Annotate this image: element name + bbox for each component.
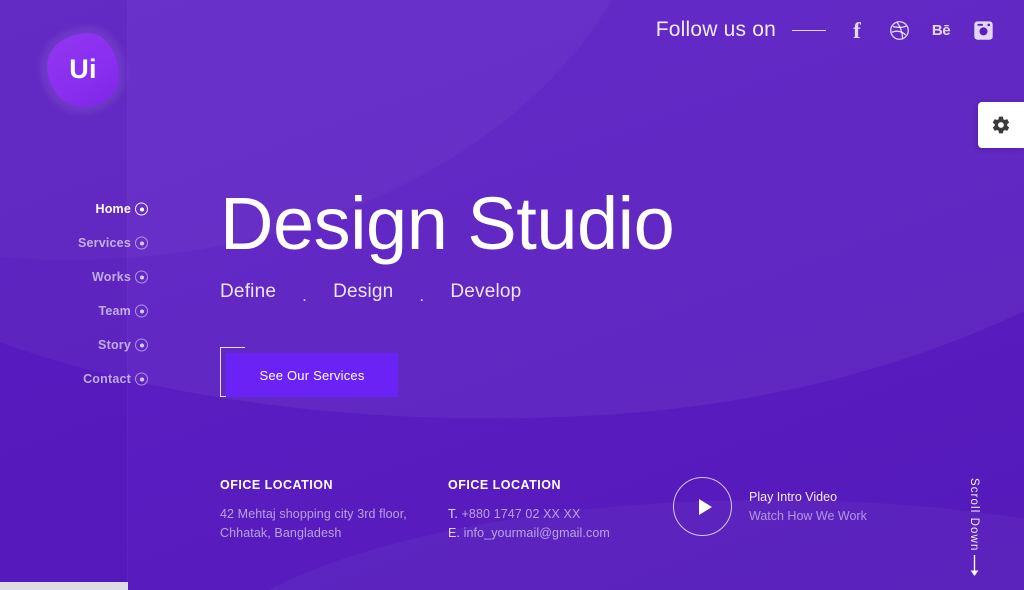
logo[interactable]: Ui — [38, 24, 128, 116]
nav-label: Story — [98, 338, 131, 352]
hero-subtitle: Define . Design . Develop — [220, 281, 674, 306]
arrow-down-icon — [969, 555, 980, 581]
email-value[interactable]: info_yourmail@gmail.com — [464, 526, 610, 540]
gear-icon — [992, 116, 1010, 134]
office-address-line-1: 42 Mehtaj shopping city 3rd floor, — [220, 507, 407, 521]
play-video-title: Play Intro Video — [749, 490, 838, 504]
see-our-services-button[interactable]: See Our Services — [226, 353, 398, 397]
office-address-line-2: Chhatak, Bangladesh — [220, 526, 342, 541]
office-location-heading: OFICE LOCATION — [220, 478, 334, 492]
nav-label: Contact — [83, 372, 131, 386]
nav-bullet-icon — [135, 270, 148, 284]
play-icon — [698, 498, 712, 515]
scroll-down-indicator[interactable]: Scroll Down — [968, 478, 980, 581]
hero-sub-develop: Develop — [450, 281, 522, 303]
behance-icon[interactable]: Bē — [930, 19, 952, 41]
office-contact-heading: OFICE LOCATION — [448, 478, 562, 492]
nav-bullet-icon — [135, 202, 148, 216]
nav-item-services[interactable]: Services — [0, 226, 160, 260]
settings-panel-toggle[interactable] — [978, 102, 1024, 148]
nav-item-works[interactable]: Works — [0, 260, 160, 294]
cta-area: See Our Services — [220, 347, 398, 397]
social-links: f Bē — [846, 19, 994, 42]
hero-content: Design Studio Define . Design . Develop — [220, 182, 675, 306]
phone-value: +880 1747 02 XX XX — [461, 507, 581, 521]
nav-item-home[interactable]: Home — [0, 192, 160, 226]
logo-text: Ui — [69, 53, 97, 84]
play-video-subtitle: Watch How We Work — [749, 509, 867, 523]
play-button[interactable] — [673, 477, 732, 536]
follow-us-bar: Follow us on f Bē — [656, 18, 994, 42]
side-navigation: Home Services Works Team Story Contact — [0, 192, 160, 396]
office-location-block: OFICE LOCATION 42 Mehtaj shopping city 3… — [220, 478, 407, 544]
facebook-icon[interactable]: f — [846, 19, 868, 42]
office-contact-block: OFICE LOCATION T. +880 1747 02 XX XX E. … — [448, 478, 610, 544]
play-video-texts: Play Intro Video Watch How We Work — [749, 490, 867, 523]
nav-bullet-icon — [135, 304, 148, 318]
nav-bullet-icon — [135, 236, 148, 250]
follow-dash — [792, 29, 826, 31]
phone-key: T. — [448, 507, 458, 521]
instagram-icon[interactable] — [972, 19, 994, 41]
email-key: E. — [448, 526, 461, 541]
nav-item-contact[interactable]: Contact — [0, 362, 160, 396]
hero-sub-define: Define — [220, 281, 277, 303]
nav-label: Works — [92, 270, 131, 284]
nav-item-story[interactable]: Story — [0, 328, 160, 362]
nav-item-team[interactable]: Team — [0, 294, 160, 328]
phone-row: T. +880 1747 02 XX XX — [448, 505, 610, 524]
play-intro-video[interactable]: Play Intro Video Watch How We Work — [673, 477, 867, 536]
nav-bullet-icon — [135, 372, 148, 386]
nav-label: Team — [98, 304, 131, 318]
hero-page: Ui Follow us on f Bē Home Services Works… — [0, 0, 1024, 590]
email-row: E. info_yourmail@gmail.com — [448, 524, 610, 543]
hero-sub-sep-2: . — [419, 286, 425, 306]
hero-sub-sep-1: . — [302, 286, 308, 306]
page-title: Design Studio — [220, 182, 675, 265]
scroll-down-label: Scroll Down — [968, 478, 980, 552]
follow-us-label: Follow us on — [655, 18, 776, 41]
hero-sub-design: Design — [333, 281, 394, 303]
dribbble-icon[interactable] — [888, 19, 910, 41]
bottom-left-strip — [0, 582, 128, 590]
nav-label: Home — [95, 202, 131, 216]
nav-bullet-icon — [135, 338, 148, 352]
